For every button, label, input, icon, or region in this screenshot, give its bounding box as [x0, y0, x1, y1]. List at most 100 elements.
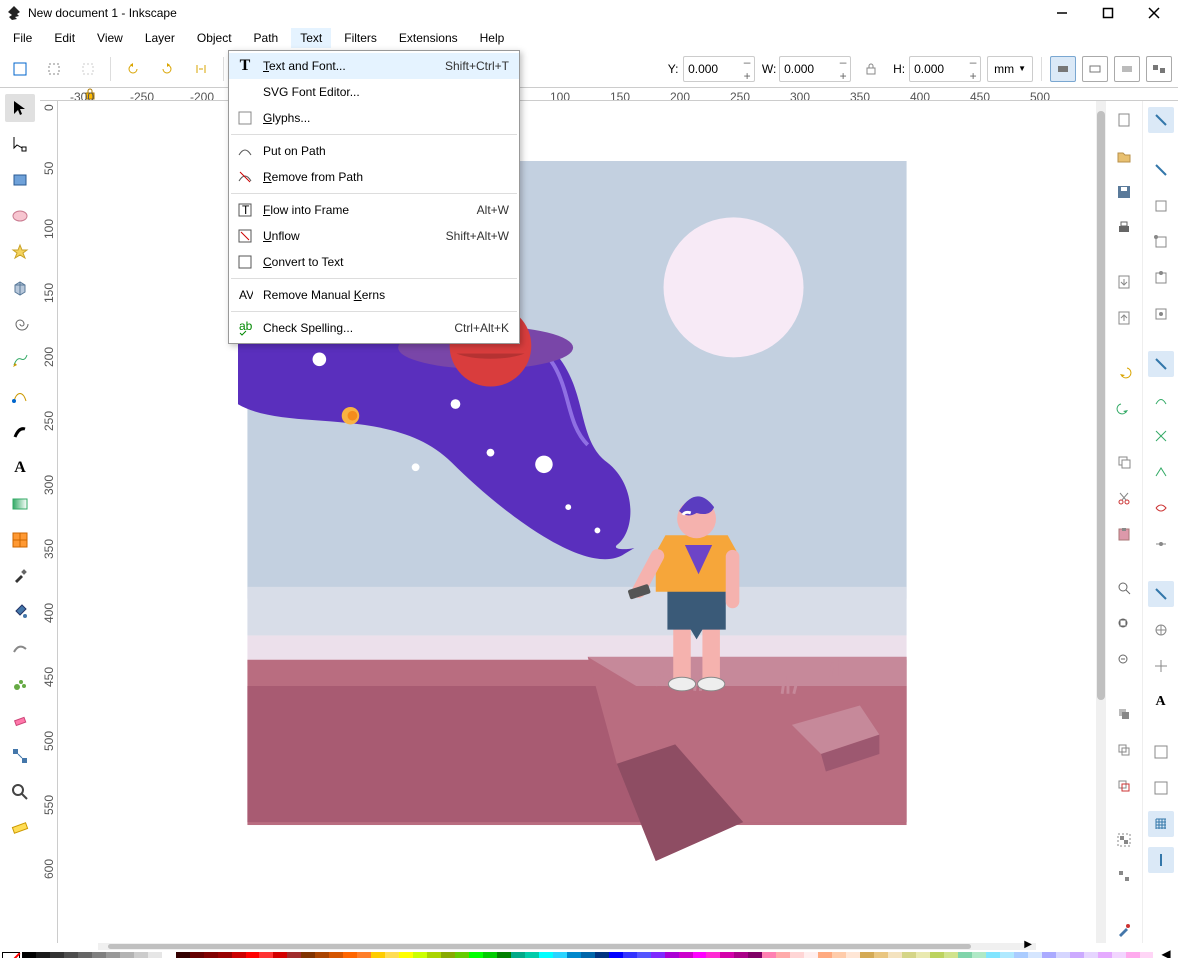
swatch[interactable]: [22, 952, 36, 958]
select-all-layers-icon[interactable]: [6, 55, 34, 83]
swatch[interactable]: [357, 952, 371, 958]
y-input[interactable]: –+: [683, 56, 755, 82]
snap-bbox-center-icon[interactable]: [1148, 301, 1174, 327]
redo-icon[interactable]: [1111, 395, 1137, 421]
snap-object-center-icon[interactable]: [1148, 617, 1174, 643]
swatch[interactable]: [762, 952, 776, 958]
menu-remove-from-path[interactable]: Remove from Path: [229, 164, 519, 190]
copy-icon[interactable]: [1111, 449, 1137, 475]
snap-cusp-icon[interactable]: [1148, 459, 1174, 485]
export-icon[interactable]: [1111, 305, 1137, 331]
layer-arrow-icon[interactable]: ▶: [1024, 939, 1032, 950]
menu-check-spelling[interactable]: ab Check Spelling... Ctrl+Alt+K: [229, 315, 519, 341]
maximize-button[interactable]: [1094, 2, 1122, 24]
swatch[interactable]: [860, 952, 874, 958]
rotate-cw-icon[interactable]: [153, 55, 181, 83]
swatch[interactable]: [539, 952, 553, 958]
snap-others-icon[interactable]: [1148, 581, 1174, 607]
swatch[interactable]: [218, 952, 232, 958]
snap-guide-icon[interactable]: [1148, 811, 1174, 837]
menu-object[interactable]: Object: [188, 28, 241, 48]
open-icon[interactable]: [1111, 143, 1137, 169]
swatch[interactable]: [371, 952, 385, 958]
cut-icon[interactable]: [1111, 485, 1137, 511]
menu-edit[interactable]: Edit: [45, 28, 84, 48]
swatch[interactable]: [986, 952, 1000, 958]
swatch[interactable]: [204, 952, 218, 958]
selector-tool[interactable]: [5, 94, 35, 122]
measure-tool[interactable]: [5, 814, 35, 842]
menu-put-on-path[interactable]: Put on Path: [229, 138, 519, 164]
swatch[interactable]: [706, 952, 720, 958]
snap-text-baseline-icon[interactable]: A: [1148, 689, 1174, 715]
zoom-fit-icon[interactable]: [1111, 575, 1137, 601]
swatch[interactable]: [120, 952, 134, 958]
paint-bucket-tool[interactable]: [5, 598, 35, 626]
menu-convert-to-text[interactable]: Convert to Text: [229, 249, 519, 275]
lock-icon[interactable]: [857, 55, 885, 83]
swatch[interactable]: [176, 952, 190, 958]
eraser-tool[interactable]: [5, 706, 35, 734]
snap-path-icon[interactable]: [1148, 387, 1174, 413]
swatch[interactable]: [148, 952, 162, 958]
rotate-ccw-icon[interactable]: [119, 55, 147, 83]
swatch[interactable]: [483, 952, 497, 958]
menu-extensions[interactable]: Extensions: [390, 28, 467, 48]
swatch[interactable]: [1042, 952, 1056, 958]
swatch[interactable]: [525, 952, 539, 958]
no-fill-swatch[interactable]: [2, 952, 20, 958]
swatch[interactable]: [553, 952, 567, 958]
import-icon[interactable]: [1111, 269, 1137, 295]
swatch[interactable]: [329, 952, 343, 958]
swatch[interactable]: [1070, 952, 1084, 958]
swatch[interactable]: [693, 952, 707, 958]
swatch[interactable]: [916, 952, 930, 958]
swatch[interactable]: [776, 952, 790, 958]
swatch[interactable]: [469, 952, 483, 958]
spiral-tool[interactable]: [5, 310, 35, 338]
deselect-icon[interactable]: [74, 55, 102, 83]
group-icon[interactable]: [1111, 827, 1137, 853]
swatch[interactable]: [637, 952, 651, 958]
gradient-tool[interactable]: [5, 490, 35, 518]
3dbox-tool[interactable]: [5, 274, 35, 302]
swatch[interactable]: [1098, 952, 1112, 958]
snap-smooth-icon[interactable]: [1148, 495, 1174, 521]
transform-pattern-icon[interactable]: [1146, 56, 1172, 82]
swatch[interactable]: [944, 952, 958, 958]
horizontal-ruler[interactable]: -300-250-200-150-100-5005010015020025030…: [40, 88, 1178, 101]
paste-icon[interactable]: [1111, 521, 1137, 547]
minimize-button[interactable]: [1048, 2, 1076, 24]
swatch[interactable]: [1112, 952, 1126, 958]
menu-view[interactable]: View: [88, 28, 132, 48]
swatch[interactable]: [1000, 952, 1014, 958]
swatch[interactable]: [190, 952, 204, 958]
swatch[interactable]: [720, 952, 734, 958]
tweak-tool[interactable]: [5, 634, 35, 662]
swatch[interactable]: [832, 952, 846, 958]
swatch[interactable]: [623, 952, 637, 958]
ellipse-tool[interactable]: [5, 202, 35, 230]
zoom-page-icon[interactable]: [1111, 647, 1137, 673]
swatch[interactable]: [232, 952, 246, 958]
swatch[interactable]: [1028, 952, 1042, 958]
swatch[interactable]: [287, 952, 301, 958]
save-icon[interactable]: [1111, 179, 1137, 205]
menu-file[interactable]: File: [4, 28, 41, 48]
snap-line-midpoint-icon[interactable]: [1148, 531, 1174, 557]
swatch[interactable]: [846, 952, 860, 958]
menu-text-and-font[interactable]: T Text and Font... Shift+Ctrl+T: [229, 53, 519, 79]
menu-text[interactable]: Text: [291, 28, 331, 48]
pencil-tool[interactable]: [5, 346, 35, 374]
fill-stroke-icon[interactable]: [1111, 917, 1137, 943]
new-doc-icon[interactable]: [1111, 107, 1137, 133]
clone-icon[interactable]: [1111, 737, 1137, 763]
swatch[interactable]: [958, 952, 972, 958]
snap-intersection-icon[interactable]: [1148, 423, 1174, 449]
swatch[interactable]: [106, 952, 120, 958]
swatch[interactable]: [92, 952, 106, 958]
snap-page-border-icon[interactable]: [1148, 739, 1174, 765]
menu-unflow[interactable]: Unflow Shift+Alt+W: [229, 223, 519, 249]
swatch[interactable]: [50, 952, 64, 958]
swatch[interactable]: [595, 952, 609, 958]
